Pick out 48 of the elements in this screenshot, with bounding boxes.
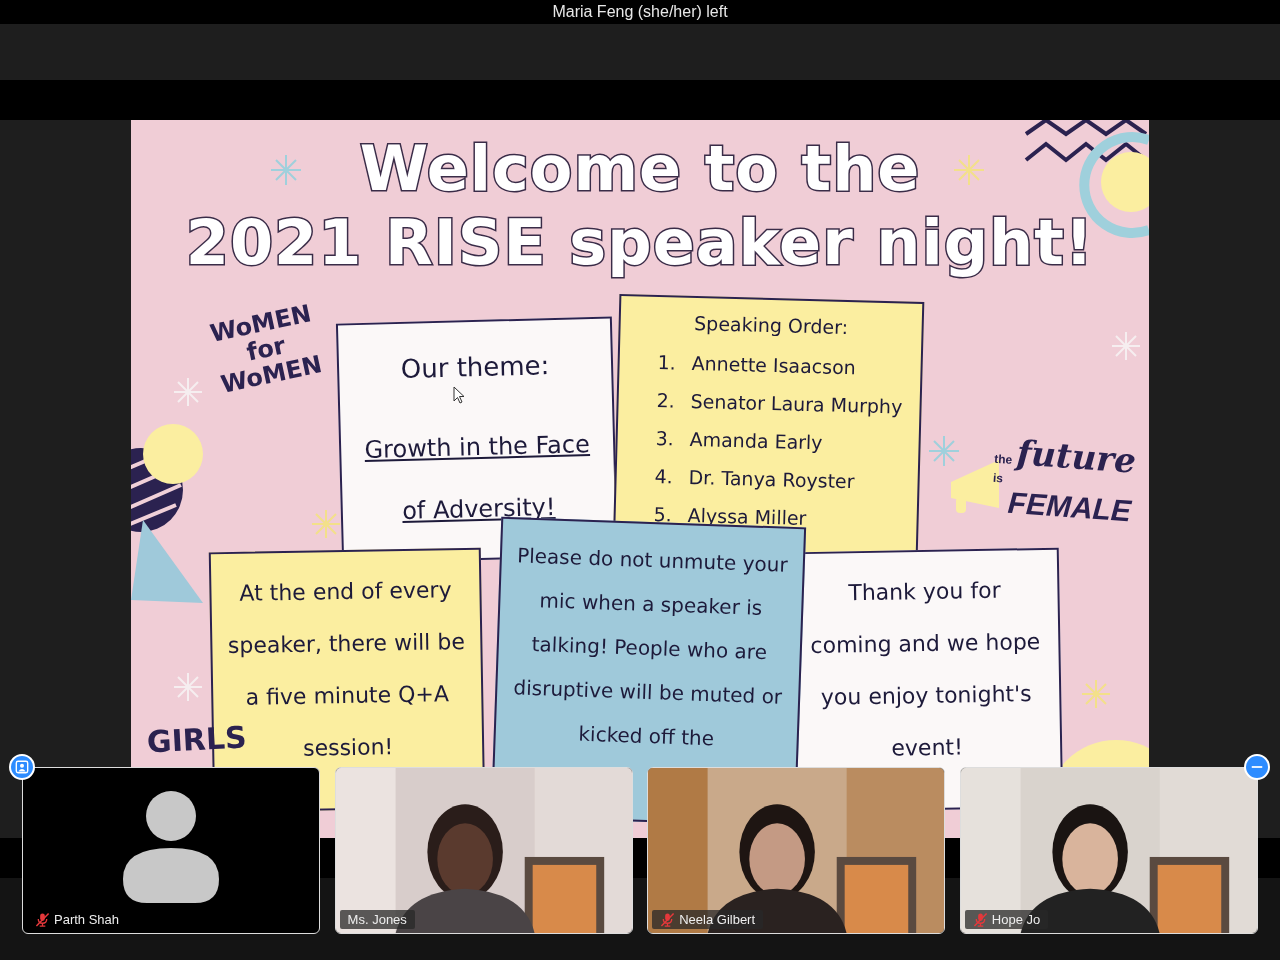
participant-name: Hope Jo [991,912,1041,927]
video-tile[interactable]: Hope Jo [959,767,1258,934]
muted-mic-icon [972,912,988,927]
notification-text: Maria Feng (she/her) left [552,3,728,21]
sparkle-icon [953,154,985,186]
list-number: 1. [657,350,678,376]
circle-drawing [1101,152,1149,212]
video-tile[interactable]: Neela Gilbert [647,767,946,934]
sparkle-icon [270,154,302,186]
logo-text: is [992,470,1004,486]
participant-name: Neela Gilbert [679,912,756,927]
slide-title: 2021 RISE speaker night! [185,206,1095,280]
logo-text: the [993,451,1013,468]
speaker-name: Dr. Tanya Royster [688,464,856,495]
logo-text: FEMALE [1005,484,1134,530]
sparkle-icon [173,672,203,702]
logo-text: GIRLS [146,719,248,761]
avatar-icon [123,790,219,903]
list-number: 3. [655,426,676,452]
note-text: Please do not unmute your mic when a speaker is talking! People who are disruptive will be muted or kicked off the [512,542,790,753]
logo-text: future [1015,432,1138,481]
note-text: Thank you for coming and we hope you enjoy tonight's event! [809,576,1042,763]
note-heading: Speaking Order: [692,311,850,340]
note-text: Growth in the Face of Adversity! [363,429,592,527]
sparkle-icon [1081,679,1111,709]
muted-mic-icon [660,912,676,927]
video-tile[interactable]: Parth Shah [22,767,320,934]
list-number: 5. [653,502,674,528]
video-tile[interactable]: Ms. Jones [334,767,633,934]
sparkle-icon [928,435,960,467]
slide-title: Welcome to the [359,132,921,206]
person-icon [15,760,29,774]
speaker-name: Annette Isaacson [691,350,857,381]
speaker-name: Senator Laura Murphy [690,388,903,420]
list-number: 2. [656,388,677,414]
sparkle-icon [311,509,341,539]
participant-name: Ms. Jones [347,912,407,927]
cursor-icon [453,386,465,404]
note-heading: Our theme: [399,349,551,386]
logo-text: WoMEN for WoMEN [206,298,326,401]
participant-name: Parth Shah [54,912,120,927]
circle-drawing [143,424,203,484]
speaker-name: Alyssa Miller [687,502,807,531]
sparkle-icon [173,377,203,407]
muted-mic-icon [35,912,50,927]
list-number: 4. [654,464,675,490]
sparkle-icon [1111,331,1141,361]
speaker-name: Amanda Early [689,426,824,456]
